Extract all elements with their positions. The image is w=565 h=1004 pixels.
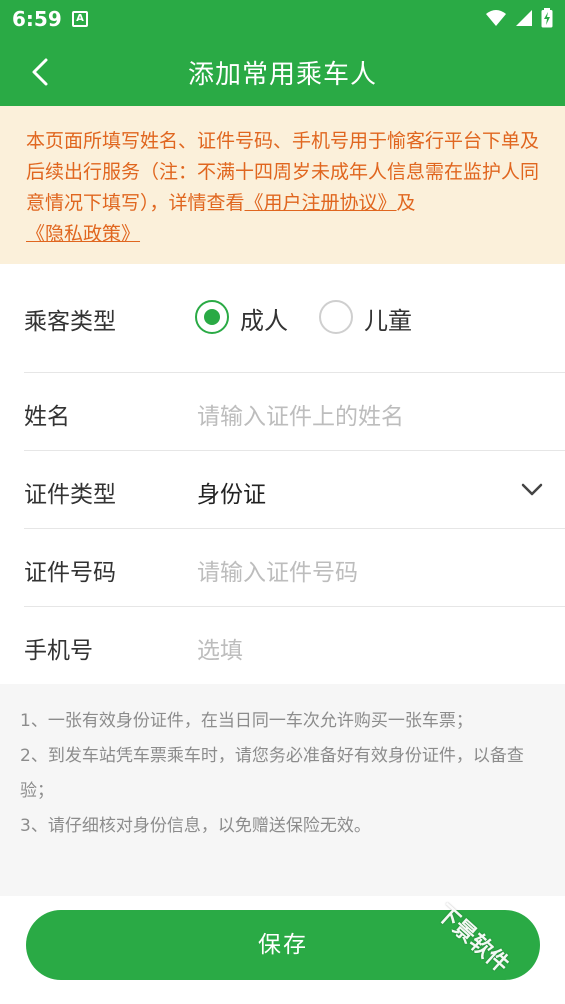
battery-icon — [541, 8, 553, 28]
phone-row: 手机号 选填 — [24, 607, 565, 684]
radio-selected-icon — [195, 300, 229, 334]
cell-signal-icon — [516, 10, 532, 26]
phone-label: 手机号 — [24, 638, 93, 664]
phone-input[interactable]: 选填 — [197, 631, 537, 665]
user-agreement-link[interactable]: 《用户注册协议》 — [245, 192, 397, 214]
name-input[interactable]: 请输入证件上的姓名 — [197, 397, 537, 431]
tip-item: 2、到发车站凭车票乘车时，请您务必准备好有效身份证件，以备查验； — [20, 746, 524, 801]
wifi-icon — [486, 10, 506, 26]
privacy-notice: 本页面所填写姓名、证件号码、手机号用于愉客行平台下单及后续出行服务（注：不满十四… — [0, 106, 565, 264]
id-type-select[interactable]: 身份证 — [197, 475, 266, 509]
id-number-input[interactable]: 请输入证件号码 — [197, 553, 537, 587]
app-header: 6:59 A 添加常用乘车人 — [0, 0, 565, 106]
radio-adult[interactable]: 成人 — [195, 300, 305, 336]
radio-child-label: 儿童 — [364, 307, 412, 335]
notification-icon: A — [72, 11, 88, 27]
tip-item: 3、请仔细核对身份信息，以免赠送保险无效。 — [20, 816, 371, 836]
name-row: 姓名 请输入证件上的姓名 — [24, 373, 565, 451]
chevron-down-icon[interactable] — [520, 479, 544, 499]
status-time: 6:59 — [12, 7, 62, 31]
tip-item: 1、一张有效身份证件，在当日同一车次允许购买一张车票； — [20, 711, 473, 731]
radio-unselected-icon — [319, 300, 353, 334]
radio-adult-label: 成人 — [240, 307, 288, 335]
privacy-policy-link[interactable]: 《隐私政策》 — [26, 223, 140, 245]
id-number-label: 证件号码 — [24, 560, 116, 586]
tips-section: 1、一张有效身份证件，在当日同一车次允许购买一张车票； 2、到发车站凭车票乘车时… — [0, 684, 565, 896]
notice-and-text: 及 — [396, 192, 416, 214]
passenger-type-row: 乘客类型 成人 儿童 — [24, 264, 565, 373]
name-label: 姓名 — [24, 404, 70, 430]
passenger-type-label: 乘客类型 — [24, 309, 116, 335]
id-number-row: 证件号码 请输入证件号码 — [24, 529, 565, 607]
status-bar: 6:59 A — [0, 0, 565, 38]
id-type-label: 证件类型 — [24, 482, 116, 508]
page-title: 添加常用乘车人 — [187, 60, 377, 90]
system-icons — [485, 8, 553, 28]
id-type-row[interactable]: 证件类型 身份证 — [24, 451, 565, 529]
radio-child[interactable]: 儿童 — [319, 300, 429, 336]
